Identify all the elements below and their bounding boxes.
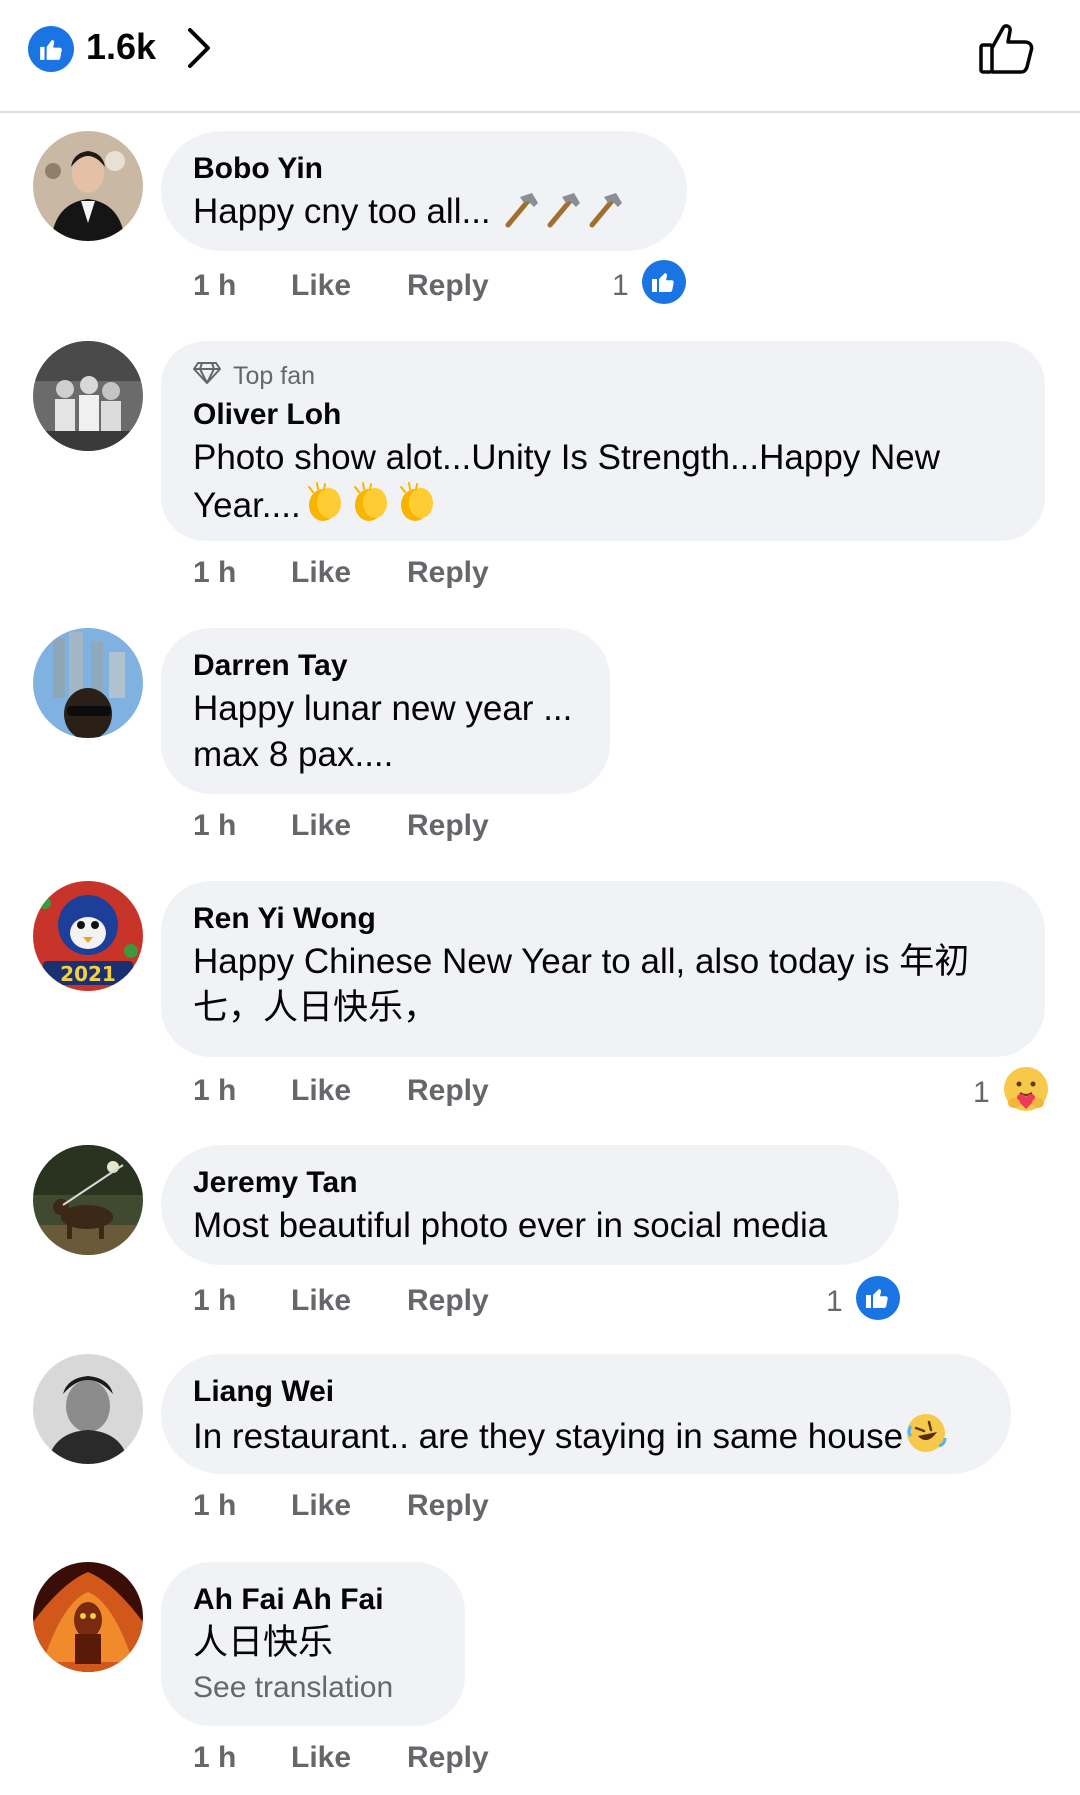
comment-time[interactable]: 1 h	[193, 556, 291, 590]
comment-time[interactable]: 1 h	[193, 269, 291, 303]
comment-bubble[interactable]: Bobo Yin Happy cny too all...	[161, 131, 687, 251]
comment-text-body: In restaurant.. are they staying in same…	[193, 1417, 904, 1456]
top-fan-label: Top fan	[233, 361, 316, 390]
care-reaction-icon	[1002, 1065, 1050, 1121]
top-fan-badge: Top fan	[193, 359, 1013, 393]
avatar[interactable]: 2021	[33, 881, 143, 991]
reaction-count: 1	[973, 1076, 990, 1109]
comment-actions: 1 h Like Reply	[193, 806, 489, 846]
like-button[interactable]: Like	[291, 1741, 407, 1775]
reactions-header: 1.6k	[0, 0, 1080, 113]
comment-actions: 1 h Like Reply	[193, 1071, 489, 1111]
comment-bubble[interactable]: Jeremy Tan Most beautiful photo ever in …	[161, 1145, 899, 1265]
like-button[interactable]: Like	[291, 269, 407, 303]
comment-author[interactable]: Ren Yi Wong	[193, 899, 1013, 939]
avatar[interactable]	[33, 341, 143, 451]
comment-bubble[interactable]: Ren Yi Wong Happy Chinese New Year to al…	[161, 881, 1045, 1057]
comment-text-body: Happy cny too all...	[193, 192, 501, 231]
reaction-summary[interactable]: 1	[973, 1065, 1050, 1121]
like-button[interactable]: Like	[291, 809, 407, 843]
comment-actions: 1 h Like Reply	[193, 1486, 489, 1526]
like-reaction-icon	[641, 259, 687, 313]
comment-author[interactable]: Ah Fai Ah Fai	[193, 1580, 433, 1620]
clapping-hands-icon	[303, 481, 347, 535]
comment-text: Happy cny too all...	[193, 189, 655, 241]
comment-time[interactable]: 1 h	[193, 1284, 291, 1318]
comment-actions: 1 h Like Reply	[193, 1738, 489, 1778]
comment-time[interactable]: 1 h	[193, 1074, 291, 1108]
thumbs-up-outline-icon[interactable]	[975, 18, 1037, 80]
reply-button[interactable]: Reply	[407, 809, 489, 843]
comment-text: In restaurant.. are they staying in same…	[193, 1412, 979, 1466]
avatar[interactable]	[33, 1562, 143, 1672]
like-button[interactable]: Like	[291, 1074, 407, 1108]
diamond-icon	[193, 361, 233, 391]
like-reaction-icon	[855, 1275, 901, 1329]
comment-bubble[interactable]: Liang Wei In restaurant.. are they stayi…	[161, 1354, 1011, 1474]
comment-time[interactable]: 1 h	[193, 809, 291, 843]
comment-author[interactable]: Liang Wei	[193, 1372, 979, 1412]
reaction-count[interactable]: 1.6k	[86, 24, 156, 70]
avatar[interactable]	[33, 628, 143, 738]
clapping-hands-icon	[395, 481, 439, 535]
comment-actions: 1 h Like Reply	[193, 553, 489, 593]
avatar[interactable]	[33, 1145, 143, 1255]
rolling-on-floor-laughing-icon	[905, 1412, 947, 1466]
like-button[interactable]: Like	[291, 1489, 407, 1523]
svg-text:2021: 2021	[60, 962, 116, 986]
hammer-icon	[586, 189, 626, 241]
comment-text: Photo show alot...Unity Is Strength...Ha…	[193, 435, 1013, 535]
reply-button[interactable]: Reply	[407, 1741, 489, 1775]
hammer-icon	[502, 189, 542, 241]
reply-button[interactable]: Reply	[407, 1284, 489, 1318]
like-badge-icon[interactable]	[28, 26, 74, 72]
comment-text: Happy Chinese New Year to all, also toda…	[193, 942, 970, 1027]
reply-button[interactable]: Reply	[407, 1489, 489, 1523]
comment-author[interactable]: Darren Tay	[193, 646, 578, 686]
reaction-summary[interactable]: 1	[612, 259, 687, 313]
reaction-count: 1	[826, 1285, 843, 1318]
comment-author[interactable]: Oliver Loh	[193, 395, 1013, 435]
comment-actions: 1 h Like Reply	[193, 266, 489, 306]
see-translation-link[interactable]: See translation	[193, 1666, 433, 1710]
clapping-hands-icon	[349, 481, 393, 535]
reaction-summary[interactable]: 1	[826, 1275, 901, 1329]
comment-time[interactable]: 1 h	[193, 1741, 291, 1775]
comment-text: 人日快乐	[193, 1623, 334, 1662]
avatar[interactable]	[33, 1354, 143, 1464]
like-button[interactable]: Like	[291, 1284, 407, 1318]
reaction-count: 1	[612, 269, 629, 302]
comment-author[interactable]: Bobo Yin	[193, 149, 655, 189]
comment-actions: 1 h Like Reply	[193, 1281, 489, 1321]
comment-text: Most beautiful photo ever in social medi…	[193, 1206, 828, 1245]
comment-author[interactable]: Jeremy Tan	[193, 1163, 867, 1203]
comment-bubble[interactable]: Ah Fai Ah Fai 人日快乐 See translation	[161, 1562, 465, 1726]
comment-time[interactable]: 1 h	[193, 1489, 291, 1523]
comment-bubble[interactable]: Darren Tay Happy lunar new year ... max …	[161, 628, 610, 794]
chevron-right-icon[interactable]	[180, 22, 220, 74]
reply-button[interactable]: Reply	[407, 269, 489, 303]
comment-bubble[interactable]: Top fan Oliver Loh Photo show alot...Uni…	[161, 341, 1045, 541]
comment-text: Happy lunar new year ... max 8 pax....	[193, 689, 573, 774]
reply-button[interactable]: Reply	[407, 1074, 489, 1108]
like-button[interactable]: Like	[291, 556, 407, 590]
hammer-icon	[544, 189, 584, 241]
avatar[interactable]	[33, 131, 143, 241]
reply-button[interactable]: Reply	[407, 556, 489, 590]
